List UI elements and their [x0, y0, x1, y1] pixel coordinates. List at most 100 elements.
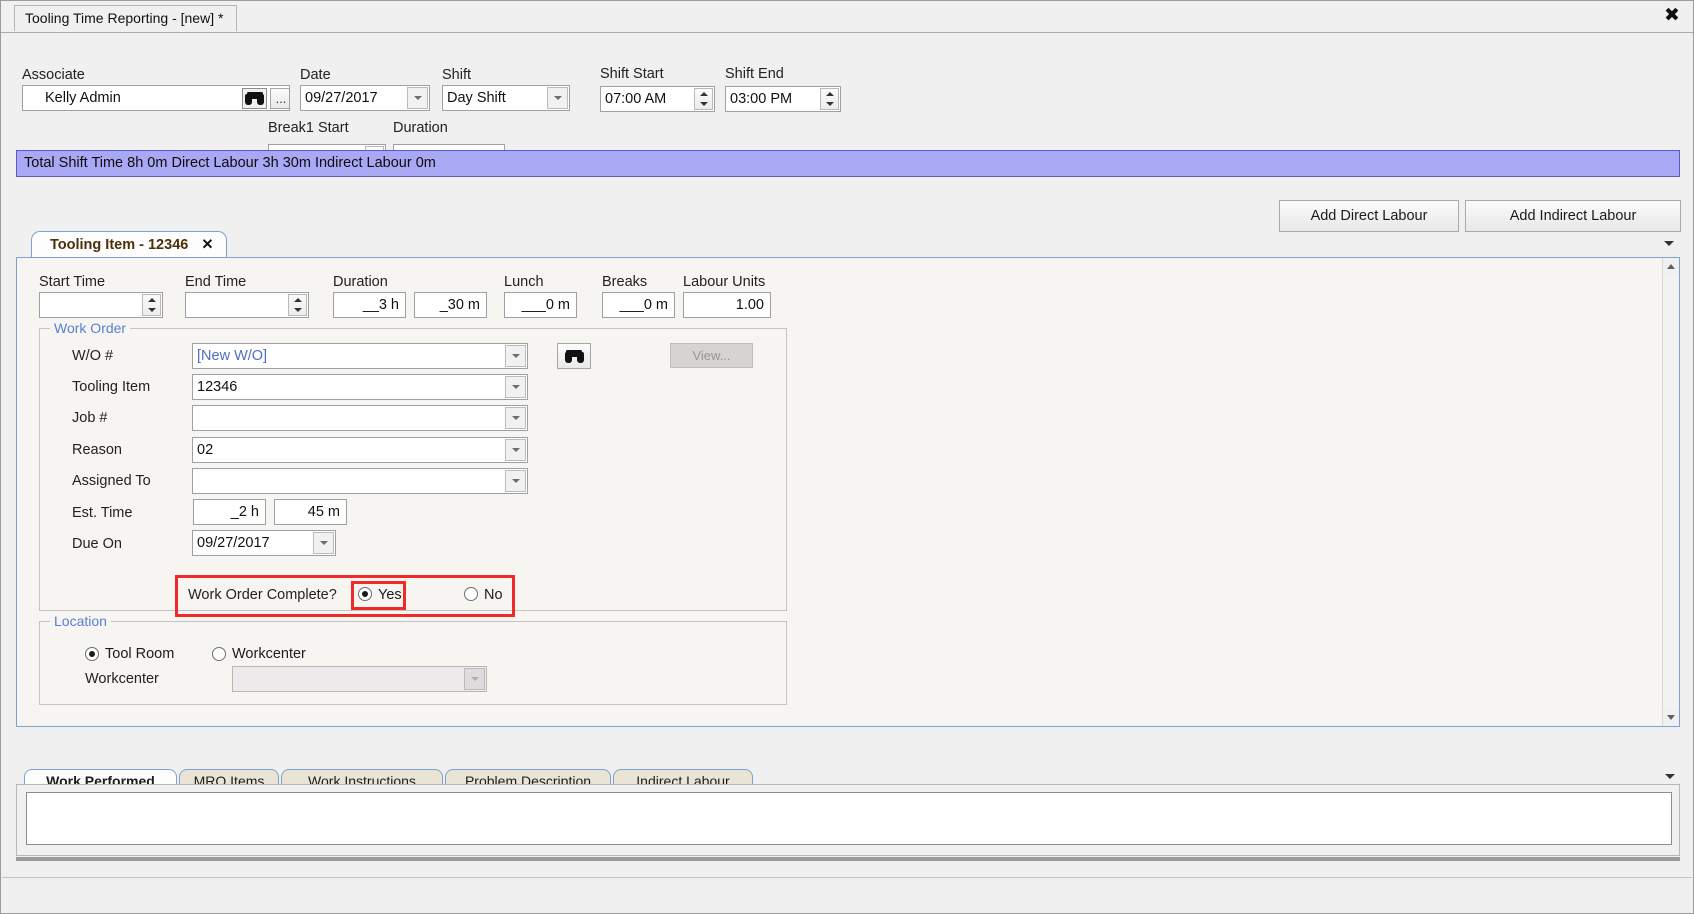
pane-vertical-scrollbar[interactable]: [1662, 258, 1679, 726]
shift-dropdown-button[interactable]: [547, 87, 568, 109]
wo-number-label: W/O #: [72, 348, 114, 364]
duration-hours-input[interactable]: __3 h: [333, 292, 406, 318]
associate-value: Kelly Admin: [45, 90, 121, 106]
wo-number-dropdown-button[interactable]: [505, 345, 526, 367]
associate-input[interactable]: Kelly Admin ...: [22, 85, 290, 111]
workcenter-dropdown-button[interactable]: [464, 668, 485, 690]
est-time-hours-value: _2 h: [230, 504, 259, 520]
work-order-complete-no-radio[interactable]: [464, 587, 478, 601]
location-workcenter-radio[interactable]: [212, 647, 226, 661]
lunch-input[interactable]: ___0 m: [504, 292, 577, 318]
wo-number-select[interactable]: [New W/O]: [192, 343, 528, 369]
start-time-input[interactable]: [39, 292, 163, 318]
bottom-tab-overflow-chevron-down-icon[interactable]: [1665, 774, 1675, 779]
tooling-item-select[interactable]: 12346: [192, 374, 528, 400]
work-performed-notes-input[interactable]: [26, 792, 1672, 845]
item-tab-label: Tooling Item - 12346: [50, 237, 189, 253]
workcenter-field-label: Workcenter: [85, 671, 159, 687]
document-tab[interactable]: Tooling Time Reporting - [new] *: [14, 5, 238, 31]
breaks-value: ___0 m: [619, 297, 668, 313]
labour-units-input[interactable]: 1.00: [683, 292, 771, 318]
due-on-input[interactable]: 09/27/2017: [192, 530, 336, 556]
wo-view-label: View...: [692, 348, 731, 363]
assigned-to-dropdown-button[interactable]: [505, 470, 526, 492]
job-number-select[interactable]: [192, 405, 528, 431]
shift-value: Day Shift: [447, 90, 506, 106]
est-time-label: Est. Time: [72, 505, 133, 521]
job-number-dropdown-button[interactable]: [505, 407, 526, 429]
location-legend: Location: [50, 613, 111, 629]
scroll-down-arrow-icon[interactable]: [1663, 709, 1679, 726]
tooling-item-label: Tooling Item: [72, 379, 151, 395]
est-time-minutes-input[interactable]: 45 m: [274, 499, 347, 525]
tab-overflow-chevron-down-icon[interactable]: [1664, 241, 1674, 246]
labour-units-value: 1.00: [735, 297, 764, 313]
end-time-spinner[interactable]: [288, 294, 307, 316]
tooling-item-value: 12346: [197, 379, 238, 395]
assigned-to-select[interactable]: [192, 468, 528, 494]
notes-panel: [16, 784, 1680, 856]
wo-view-button[interactable]: View...: [670, 343, 753, 368]
add-indirect-labour-label: Add Indirect Labour: [1509, 208, 1637, 224]
date-dropdown-button[interactable]: [407, 87, 428, 109]
status-bar: [2, 877, 1692, 913]
associate-find-button[interactable]: [242, 88, 267, 109]
work-order-complete-no-label[interactable]: No: [484, 587, 503, 603]
totals-text: Total Shift Time 8h 0m Direct Labour 3h …: [24, 155, 436, 171]
lunch-label: Lunch: [504, 274, 544, 290]
duration-minutes-input[interactable]: _30 m: [414, 292, 487, 318]
close-icon[interactable]: ✖: [1661, 5, 1683, 27]
work-order-group: Work Order W/O # [New W/O] View... Tooli…: [39, 320, 787, 617]
location-workcenter-radio-label[interactable]: Workcenter: [232, 646, 306, 662]
panel-shadow: [16, 857, 1680, 861]
location-tool-room-radio[interactable]: [85, 647, 99, 661]
breaks-input[interactable]: ___0 m: [602, 292, 675, 318]
chevron-down-icon: [319, 541, 328, 545]
workcenter-select[interactable]: [232, 666, 487, 692]
application-window: Tooling Time Reporting - [new] * ✖ Assoc…: [0, 0, 1694, 914]
reason-label: Reason: [72, 442, 122, 458]
location-group: Location Tool Room Workcenter Workcenter: [39, 613, 787, 705]
break1-start-label: Break1 Start: [268, 120, 349, 136]
add-direct-labour-button[interactable]: Add Direct Labour: [1279, 200, 1459, 232]
work-order-complete-label: Work Order Complete?: [188, 587, 337, 603]
est-time-hours-input[interactable]: _2 h: [193, 499, 266, 525]
title-bar: Tooling Time Reporting - [new] * ✖: [1, 1, 1693, 33]
shift-end-input[interactable]: 03:00 PM: [725, 86, 841, 112]
chevron-down-icon: [511, 479, 520, 483]
shift-start-value: 07:00 AM: [605, 91, 667, 107]
shift-end-label: Shift End: [725, 66, 784, 82]
tab-tooling-item-12346[interactable]: Tooling Item - 12346 ✕: [31, 231, 227, 258]
end-time-input[interactable]: [185, 292, 309, 318]
start-time-spinner[interactable]: [142, 294, 161, 316]
tooling-item-dropdown-button[interactable]: [505, 376, 526, 398]
shift-start-spinner[interactable]: [694, 88, 713, 110]
shift-end-spinner[interactable]: [820, 88, 839, 110]
tooling-item-pane: Start Time End Time Duration __3 h _30 m…: [16, 257, 1680, 727]
wo-find-button[interactable]: [557, 343, 591, 369]
item-tab-strip: Tooling Item - 12346 ✕: [16, 231, 1680, 258]
add-indirect-labour-button[interactable]: Add Indirect Labour: [1465, 200, 1681, 232]
chevron-down-icon: [511, 385, 520, 389]
shift-select[interactable]: Day Shift: [442, 85, 570, 111]
shift-start-input[interactable]: 07:00 AM: [600, 86, 715, 112]
chevron-down-icon: [470, 677, 479, 681]
due-on-dropdown-button[interactable]: [313, 532, 334, 554]
item-tab-close-icon[interactable]: ✕: [201, 237, 213, 253]
date-input[interactable]: 09/27/2017: [300, 85, 430, 111]
date-label: Date: [300, 67, 331, 83]
shift-start-label: Shift Start: [600, 66, 664, 82]
reason-select[interactable]: 02: [192, 437, 528, 463]
location-tool-room-label[interactable]: Tool Room: [105, 646, 174, 662]
shift-label: Shift: [442, 67, 472, 83]
work-order-complete-yes-label[interactable]: Yes: [378, 587, 402, 603]
date-value: 09/27/2017: [305, 90, 378, 106]
work-order-complete-yes-radio[interactable]: [358, 587, 372, 601]
reason-dropdown-button[interactable]: [505, 439, 526, 461]
scroll-up-arrow-icon[interactable]: [1663, 258, 1679, 275]
break1-duration-label: Duration: [393, 120, 448, 136]
wo-number-value: [New W/O]: [197, 348, 268, 364]
due-on-label: Due On: [72, 536, 122, 552]
work-order-legend: Work Order: [50, 320, 131, 336]
associate-ellipsis-button[interactable]: ...: [270, 88, 289, 109]
